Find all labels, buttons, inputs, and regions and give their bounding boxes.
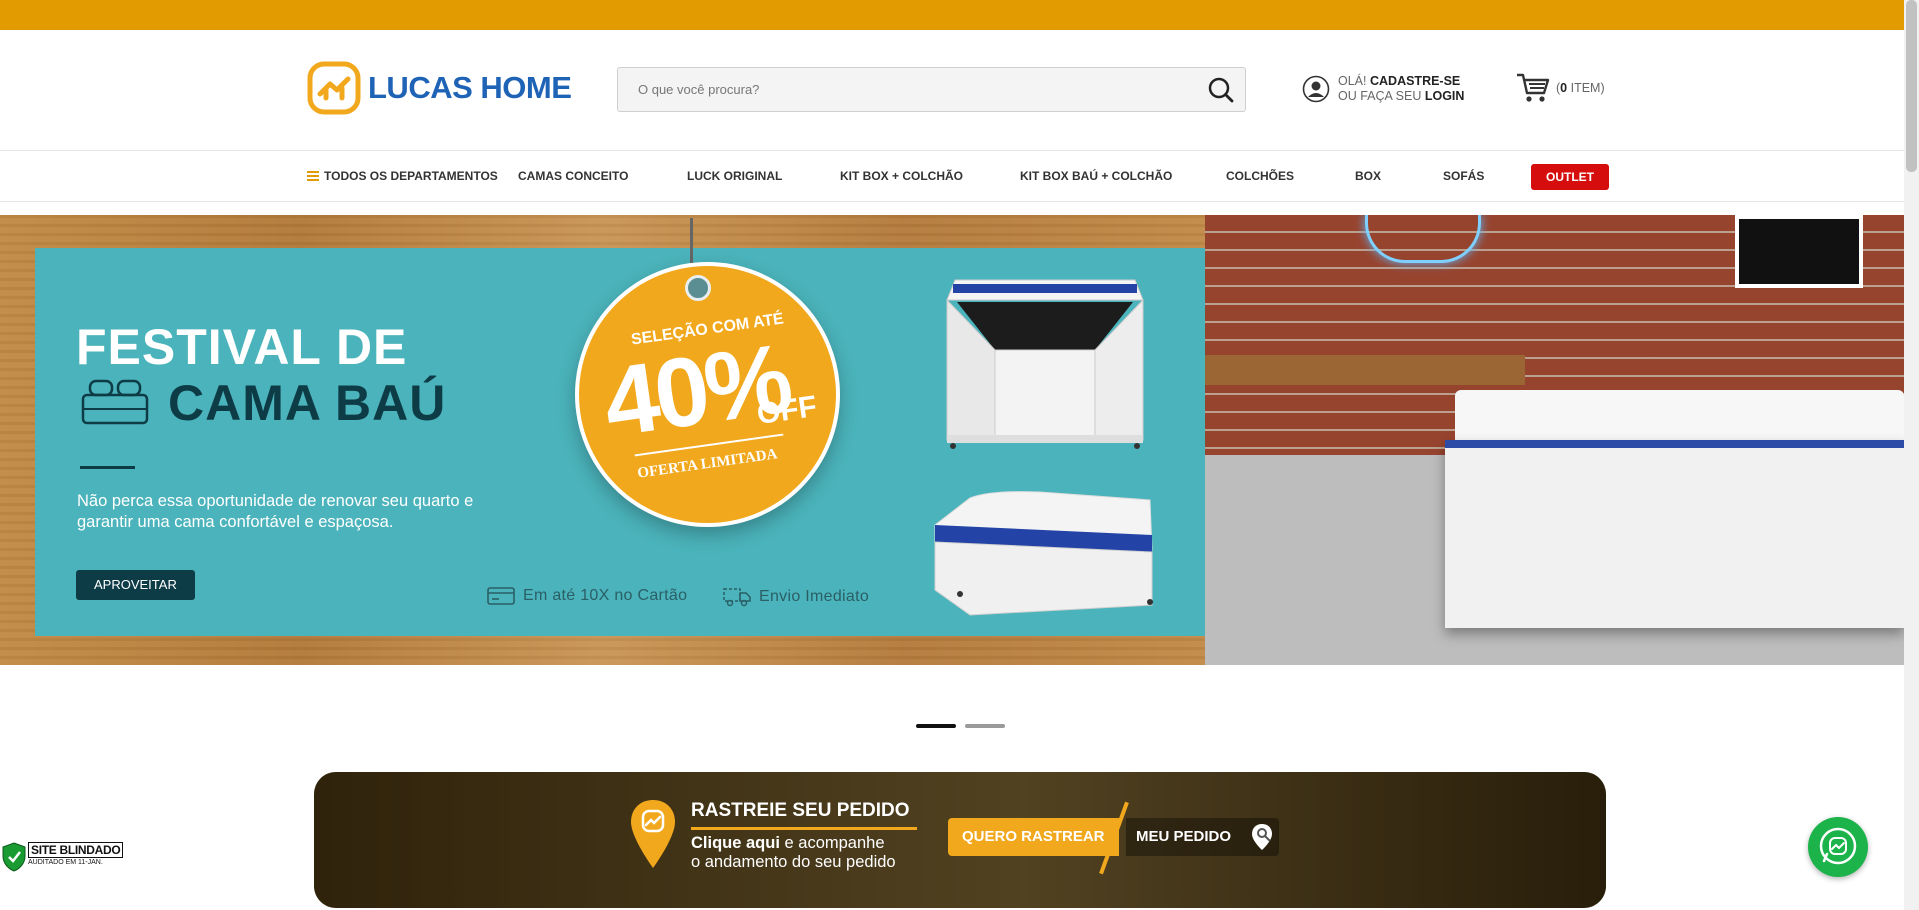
cart-count-value: 0: [1560, 81, 1568, 95]
signup-link[interactable]: CADASTRE-SE: [1370, 74, 1460, 88]
top-announcement-bar: [0, 0, 1919, 30]
nav-item-colchoes[interactable]: COLCHÕES: [1226, 151, 1294, 201]
nav-all-departments[interactable]: TODOS OS DEPARTAMENTOS: [307, 151, 498, 201]
nav-item-sofas[interactable]: SOFÁS: [1443, 151, 1484, 201]
credit-card-icon: [487, 587, 515, 605]
perk-shipping: Envio Imediato: [723, 586, 869, 608]
cart-count-label: ITEM): [1570, 81, 1605, 95]
tracking-underline: [691, 827, 917, 830]
location-pin-icon: [631, 800, 675, 868]
badge-percent: 40%: [597, 322, 795, 458]
pin-search-icon: [1252, 824, 1272, 850]
product-closed-bed-image: [934, 491, 1153, 616]
seal-subtitle: AUDITADO EM 11-JAN.: [28, 859, 103, 866]
banner-title-line2: CAMA BAÚ: [168, 375, 447, 431]
user-icon: [1302, 75, 1330, 103]
greeting-text: OLÁ!: [1338, 74, 1367, 88]
carousel-dot-2[interactable]: [965, 724, 1005, 728]
page-scrollbar-thumb[interactable]: [1906, 0, 1917, 172]
perk-shipping-text: Envio Imediato: [759, 588, 870, 605]
logo-house-icon: [307, 61, 361, 115]
search-input[interactable]: [618, 68, 1178, 111]
tracking-sub-rest: e acompanhe: [784, 834, 885, 852]
discount-badge: SELEÇÃO COM ATÉ 40% OFF OFERTA LIMITADA: [575, 262, 840, 527]
login-link[interactable]: LOGIN: [1425, 89, 1465, 103]
tracking-subtitle: Clique aqui e acompanhe o andamento do s…: [691, 834, 896, 872]
cart-icon: [1517, 73, 1550, 102]
nav-item-camas-conceito[interactable]: CAMAS CONCEITO: [518, 151, 628, 201]
seal-text: SITE BLINDADO AUDITADO EM 11-JAN.: [28, 842, 124, 866]
nav-item-kit-box-bau-colchao[interactable]: KIT BOX BAÚ + COLCHÃO: [1020, 151, 1172, 201]
banner-divider: [80, 466, 135, 469]
wall-poster: [1735, 215, 1863, 288]
site-blindado-seal[interactable]: SITE BLINDADO AUDITADO EM 11-JAN.: [2, 842, 124, 872]
cart-count: (0 ITEM): [1556, 81, 1605, 95]
nav-item-outlet[interactable]: OUTLET: [1531, 164, 1609, 190]
cart-link[interactable]: (0 ITEM): [1516, 72, 1605, 104]
banner-description: Não perca essa oportunidade de renovar s…: [77, 492, 474, 531]
search-icon[interactable]: [1207, 76, 1235, 104]
site-logo[interactable]: LUCAS HOME: [306, 60, 572, 116]
bedroom-photo: [1205, 215, 1904, 665]
logo-text: LUCAS HOME: [368, 70, 572, 105]
or-text: OU FAÇA SEU: [1338, 89, 1422, 103]
nav-item-kit-box-colchao[interactable]: KIT BOX + COLCHÃO: [840, 151, 963, 201]
nav-item-luck-original[interactable]: LUCK ORIGINAL: [687, 151, 782, 201]
desk: [1205, 355, 1525, 385]
menu-icon: [307, 170, 319, 181]
perk-installments-text: Em até 10X no Cartão: [523, 587, 688, 604]
account-link[interactable]: OLÁ! CADASTRE-SE OU FAÇA SEU LOGIN: [1302, 74, 1464, 104]
product-open-bed-image: [946, 279, 1144, 449]
search-bar: [617, 67, 1246, 112]
tracking-sub-line2: o andamento do seu pedido: [691, 853, 896, 871]
banner-title-line1: FESTIVAL DE: [76, 319, 408, 375]
seal-title: SITE BLINDADO: [28, 842, 124, 858]
tracking-click-here[interactable]: Clique aqui: [691, 834, 780, 852]
track-order-button[interactable]: QUERO RASTREAR: [948, 818, 1119, 856]
badge-hole: [685, 275, 711, 301]
nav-item-box[interactable]: BOX: [1355, 151, 1381, 201]
shield-icon: [2, 842, 26, 872]
aproveitar-button[interactable]: APROVEITAR: [76, 570, 195, 600]
whatsapp-icon: [1819, 827, 1857, 865]
carousel-dot-1[interactable]: [916, 724, 956, 728]
bed-box-base: [1445, 440, 1904, 628]
badge-off: OFF: [754, 389, 819, 432]
nav-all-departments-label: TODOS OS DEPARTAMENTOS: [324, 169, 498, 183]
tracking-title: RASTREIE SEU PEDIDO: [691, 800, 910, 821]
account-text: OLÁ! CADASTRE-SE OU FAÇA SEU LOGIN: [1338, 74, 1464, 104]
neon-sign: [1365, 215, 1481, 263]
carousel-indicators: [916, 724, 1005, 728]
perk-installments: Em até 10X no Cartão: [487, 586, 687, 606]
main-navigation: TODOS OS DEPARTAMENTOS CAMAS CONCEITO LU…: [0, 150, 1919, 202]
truck-icon: [723, 588, 751, 607]
bed-mattress: [1455, 390, 1904, 445]
bed-icon: [81, 379, 149, 425]
chat-button[interactable]: [1808, 817, 1868, 877]
